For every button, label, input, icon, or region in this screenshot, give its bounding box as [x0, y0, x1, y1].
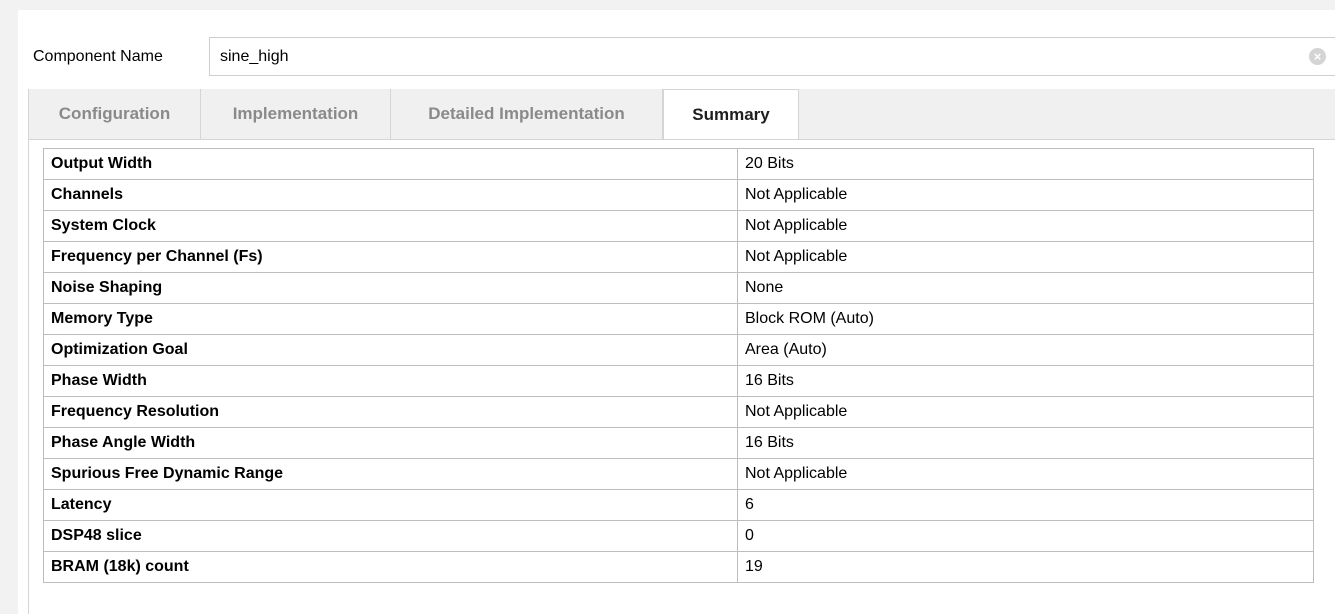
row-label: Frequency per Channel (Fs): [43, 241, 738, 273]
row-value: Not Applicable: [737, 396, 1314, 428]
row-value: Not Applicable: [737, 210, 1314, 242]
row-value: 16 Bits: [737, 427, 1314, 459]
row-label: Latency: [43, 489, 738, 521]
tab-implementation[interactable]: Implementation: [201, 89, 391, 139]
row-value: Not Applicable: [737, 241, 1314, 273]
tab-summary[interactable]: Summary: [663, 89, 799, 140]
row-label: Spurious Free Dynamic Range: [43, 458, 738, 490]
tab-bar: Configuration Implementation Detailed Im…: [29, 89, 1335, 140]
row-label: Noise Shaping: [43, 272, 738, 304]
table-row: Optimization Goal Area (Auto): [43, 334, 1314, 366]
tab-detailed-implementation[interactable]: Detailed Implementation: [391, 89, 663, 139]
row-label: Phase Width: [43, 365, 738, 397]
row-label: System Clock: [43, 210, 738, 242]
table-row: Memory Type Block ROM (Auto): [43, 303, 1314, 335]
row-value: 16 Bits: [737, 365, 1314, 397]
table-row: Channels Not Applicable: [43, 179, 1314, 211]
table-row: Noise Shaping None: [43, 272, 1314, 304]
row-value: Block ROM (Auto): [737, 303, 1314, 335]
row-value: None: [737, 272, 1314, 304]
component-name-input[interactable]: [209, 37, 1335, 76]
table-row: Phase Angle Width 16 Bits: [43, 427, 1314, 459]
table-row: DSP48 slice 0: [43, 520, 1314, 552]
row-label: Output Width: [43, 148, 738, 180]
summary-tab-body: Output Width 20 Bits Channels Not Applic…: [29, 139, 1335, 614]
row-value: Not Applicable: [737, 458, 1314, 490]
tab-configuration[interactable]: Configuration: [29, 89, 201, 139]
row-value: 6: [737, 489, 1314, 521]
row-label: Frequency Resolution: [43, 396, 738, 428]
row-label: DSP48 slice: [43, 520, 738, 552]
table-row: System Clock Not Applicable: [43, 210, 1314, 242]
clear-icon[interactable]: ×: [1309, 48, 1326, 65]
row-label: Phase Angle Width: [43, 427, 738, 459]
row-value: Area (Auto): [737, 334, 1314, 366]
table-row: Latency 6: [43, 489, 1314, 521]
customize-ip-dialog: Component Name × Configuration Implement…: [18, 10, 1335, 614]
row-value: 20 Bits: [737, 148, 1314, 180]
row-label: Memory Type: [43, 303, 738, 335]
component-name-label: Component Name: [33, 48, 163, 65]
table-row: Phase Width 16 Bits: [43, 365, 1314, 397]
component-name-row: Component Name ×: [18, 37, 1335, 77]
summary-table: Output Width 20 Bits Channels Not Applic…: [43, 148, 1314, 583]
row-label: Channels: [43, 179, 738, 211]
table-row: BRAM (18k) count 19: [43, 551, 1314, 583]
table-row: Frequency per Channel (Fs) Not Applicabl…: [43, 241, 1314, 273]
tab-panel: Configuration Implementation Detailed Im…: [28, 89, 1335, 614]
row-label: BRAM (18k) count: [43, 551, 738, 583]
row-value: Not Applicable: [737, 179, 1314, 211]
table-row: Frequency Resolution Not Applicable: [43, 396, 1314, 428]
row-value: 0: [737, 520, 1314, 552]
row-label: Optimization Goal: [43, 334, 738, 366]
row-value: 19: [737, 551, 1314, 583]
table-row: Spurious Free Dynamic Range Not Applicab…: [43, 458, 1314, 490]
table-row: Output Width 20 Bits: [43, 148, 1314, 180]
